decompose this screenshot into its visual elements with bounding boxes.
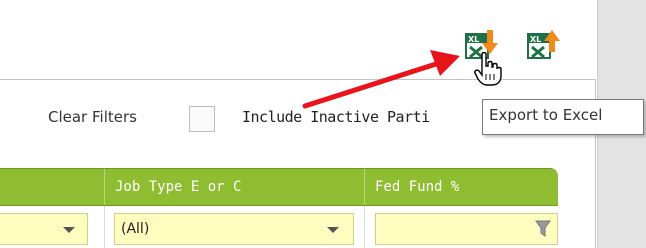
red-arrow-annotation — [302, 50, 460, 109]
hand-pointer-cursor-icon — [474, 52, 502, 86]
